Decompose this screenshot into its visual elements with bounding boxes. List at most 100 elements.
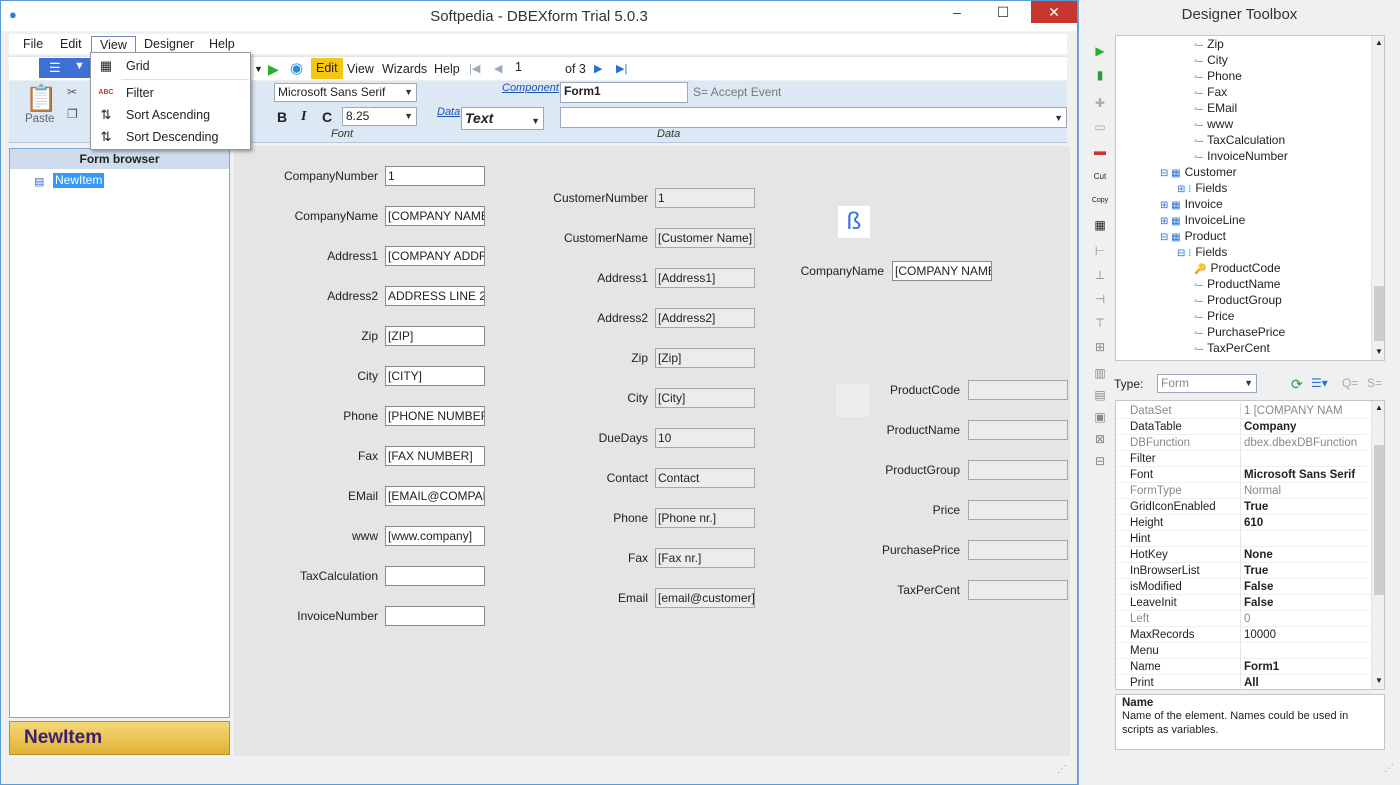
field-input[interactable]: [COMPANY NAME] — [385, 206, 485, 226]
property-value[interactable]: Normal — [1244, 483, 1372, 499]
property-value[interactable]: True — [1244, 499, 1372, 515]
tree-scrollbar[interactable]: ▲ ▼ — [1371, 36, 1384, 360]
minimize-button[interactable]: – — [937, 1, 977, 23]
add-icon[interactable]: ✚ — [1091, 95, 1109, 111]
field-input[interactable]: 1 — [385, 166, 485, 186]
field-input[interactable]: [COMPANY ADDRE — [385, 246, 485, 266]
script-icon[interactable]: S= — [1367, 376, 1382, 390]
tree-node[interactable]: ◦– Zip — [1194, 36, 1224, 52]
tree-node[interactable]: ⊞ ⁝ Fields — [1177, 180, 1227, 196]
tree-node[interactable]: ⊟ ▦ Product — [1160, 228, 1226, 244]
globe-icon[interactable]: ◉ — [290, 60, 303, 78]
copy-icon[interactable]: ❐ — [67, 107, 78, 121]
property-row[interactable]: LeaveInit False — [1116, 595, 1372, 611]
cut-icon[interactable]: Cut — [1091, 169, 1109, 185]
field-input[interactable]: [PHONE NUMBER] — [385, 406, 485, 426]
bold-button[interactable]: B — [277, 109, 287, 125]
group-icon[interactable]: ▣ — [1091, 409, 1109, 425]
field-input[interactable] — [968, 540, 1068, 560]
edit-mode-button[interactable]: Edit — [311, 58, 343, 79]
grid-icon[interactable]: ▤ — [1091, 387, 1109, 403]
tree-node[interactable]: ◦– City — [1194, 52, 1228, 68]
property-row[interactable]: GridIconEnabled True — [1116, 499, 1372, 515]
sort-icon[interactable]: ☰▾ — [1311, 376, 1328, 390]
paste-button[interactable]: Paste — [25, 113, 54, 125]
field-input[interactable]: [Address2] — [655, 308, 755, 328]
menu-item-grid[interactable]: ▦ Grid — [91, 55, 250, 77]
field-input[interactable]: [www.company] — [385, 526, 485, 546]
grid-view-button[interactable]: ☰ ▼ — [39, 58, 94, 78]
property-row[interactable]: Name Form1 — [1116, 659, 1372, 675]
property-value[interactable]: False — [1244, 579, 1372, 595]
property-value[interactable]: Form1 — [1244, 659, 1372, 675]
property-scrollbar[interactable]: ▲ ▼ — [1371, 401, 1384, 689]
align-top-icon[interactable]: ⊤ — [1091, 315, 1109, 331]
record-number-input[interactable]: 1 — [511, 59, 561, 78]
property-value[interactable]: None — [1244, 547, 1372, 563]
maximize-button[interactable]: ☐ — [983, 1, 1023, 23]
field-input[interactable]: [Address1] — [655, 268, 755, 288]
component-link[interactable]: Component — [502, 82, 559, 94]
tree-node[interactable]: ⊟ ⁝ Fields — [1177, 244, 1227, 260]
field-input[interactable]: [EMAIL@COMPAN` — [385, 486, 485, 506]
property-row[interactable]: Print All — [1116, 675, 1372, 689]
tree-node[interactable]: ◦– TaxPerCent — [1194, 340, 1270, 356]
field-input[interactable] — [968, 420, 1068, 440]
font-name-select[interactable]: Microsoft Sans Serif ▼ — [274, 83, 417, 102]
same-width-icon[interactable]: ⊞ — [1091, 339, 1109, 355]
field-input[interactable]: Contact — [655, 468, 755, 488]
close-button[interactable]: ✕ — [1031, 1, 1077, 23]
property-row[interactable]: InBrowserList True — [1116, 563, 1372, 579]
new-item-button[interactable]: NewItem — [9, 721, 230, 755]
tree-node[interactable]: ⊟ ▦ Customer — [1160, 164, 1237, 180]
field-input[interactable] — [968, 460, 1068, 480]
view-mode-button[interactable]: View — [347, 60, 374, 78]
property-row[interactable]: Height 610 — [1116, 515, 1372, 531]
first-record-icon[interactable]: |◀ — [469, 60, 480, 78]
property-value[interactable]: All — [1244, 675, 1372, 689]
tree-scroll-thumb[interactable] — [1374, 286, 1384, 341]
field-input[interactable]: [CITY] — [385, 366, 485, 386]
property-value[interactable]: 610 — [1244, 515, 1372, 531]
field-input[interactable]: [City] — [655, 388, 755, 408]
run-icon[interactable]: ▶ — [268, 60, 279, 78]
wizards-button[interactable]: Wizards — [382, 60, 427, 78]
property-value[interactable]: 1 [COMPANY NAM — [1244, 403, 1372, 419]
field-input[interactable] — [968, 500, 1068, 520]
tree-node[interactable]: ◦– Phone — [1194, 68, 1242, 84]
search-icon[interactable]: Q= — [1342, 376, 1358, 390]
property-row[interactable]: Left 0 — [1116, 611, 1372, 627]
data-expression-select[interactable]: ▼ — [560, 107, 1067, 128]
field-input[interactable]: [Phone nr.] — [655, 508, 755, 528]
field-input[interactable] — [968, 580, 1068, 600]
field-input[interactable]: 10 — [655, 428, 755, 448]
property-value[interactable]: Microsoft Sans Serif — [1244, 467, 1372, 483]
tree-node[interactable]: ◦– InvoiceNumber — [1194, 148, 1288, 164]
tree-node[interactable]: 🔑 ProductCode — [1194, 260, 1281, 276]
field-input[interactable]: [Customer Name] — [655, 228, 755, 248]
chevron-up-icon[interactable]: ▲ — [1375, 38, 1383, 47]
property-row[interactable]: MaxRecords 10000 — [1116, 627, 1372, 643]
chevron-down-icon[interactable]: ▼ — [1375, 676, 1383, 685]
property-row[interactable]: DBFunction dbex.dbexDBFunction — [1116, 435, 1372, 451]
tree-node[interactable]: ⊞ ▦ Invoice — [1160, 196, 1223, 212]
copy-icon[interactable]: Copy — [1091, 193, 1109, 209]
color-button[interactable]: C — [322, 109, 332, 125]
next-record-icon[interactable]: ▶ — [594, 60, 602, 78]
property-row[interactable]: Hint — [1116, 531, 1372, 547]
menu-item-filter[interactable]: ABC Filter — [91, 82, 250, 104]
field-input[interactable]: ADDRESS LINE 2] — [385, 286, 485, 306]
accept-event-button[interactable]: S= Accept Event — [693, 85, 781, 99]
remove-icon[interactable]: ▬ — [1091, 143, 1109, 159]
property-row[interactable]: Filter — [1116, 451, 1372, 467]
data-type-select[interactable]: Text ▼ — [461, 107, 544, 130]
same-height-icon[interactable]: ▥ — [1091, 365, 1109, 381]
property-value[interactable]: 10000 — [1244, 627, 1372, 643]
field-input[interactable]: [FAX NUMBER] — [385, 446, 485, 466]
align-right-icon[interactable]: ⊣ — [1091, 291, 1109, 307]
type-select[interactable]: Form ▼ — [1157, 374, 1257, 393]
tree-node[interactable]: ◦– EMail — [1194, 100, 1237, 116]
component-input[interactable]: Form1 — [560, 82, 688, 103]
field-input[interactable]: 1 — [655, 188, 755, 208]
field-input[interactable]: [Fax nr.] — [655, 548, 755, 568]
